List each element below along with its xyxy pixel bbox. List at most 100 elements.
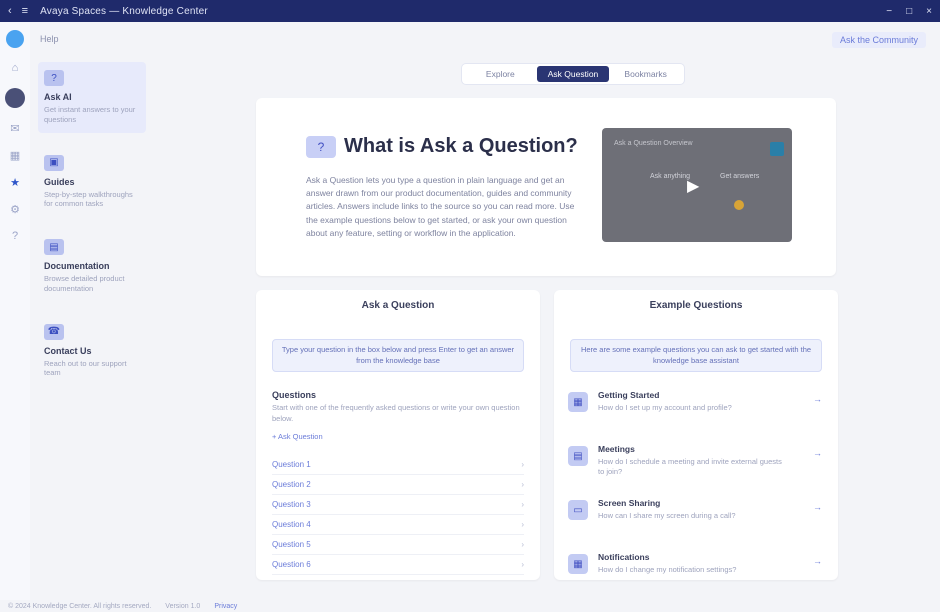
sidebar-item-guides[interactable]: ▣ Guides Step-by-step walkthroughs for c… [38,147,146,218]
bell-icon: ▦ [568,554,588,574]
arrow-right-icon[interactable]: → [813,556,822,566]
question-icon: ? [44,70,64,86]
video-caption: Ask anything [650,173,691,180]
screen-icon: ▭ [568,500,588,520]
sidebar-item-desc: Reach out to our support team [44,358,127,378]
sidebar-item-title: Guides [44,176,75,187]
chevron-right-icon: › [521,500,524,509]
example-desc: How can I share my screen during a call? [598,511,736,520]
sidebar-item-title: Ask AI [44,92,72,102]
privacy-link[interactable]: Privacy [214,603,237,610]
sidebar-item-desc: Browse detailed product documentation [44,274,125,293]
question-list: Question 1 › Question 2 › Question 3 › Ques… [272,455,524,575]
maximize-button[interactable]: □ [906,6,912,17]
question-row[interactable]: Question 3 › [272,495,524,515]
footer-copyright: © 2024 Knowledge Center. All rights rese… [8,602,152,610]
video-header: Ask a Question Overview [614,140,693,147]
example-list: ▦ Getting Started How do I set up my acc… [568,390,824,582]
page-title: What is Ask a Question? [344,135,578,157]
close-button[interactable]: × [926,6,932,17]
question-label: Question 1 [272,460,311,469]
book-icon: ▣ [44,154,64,171]
questions-header: Questions Start with one of the frequent… [272,390,524,441]
chevron-right-icon: › [521,540,524,549]
questions-title: Questions [272,390,317,400]
chevron-right-icon: › [521,480,524,489]
avatar[interactable] [5,88,25,108]
question-label: Question 4 [272,520,311,529]
ask-community-button[interactable]: Ask the Community [831,32,926,48]
minimize-button[interactable]: − [886,6,892,17]
play-icon[interactable]: ▶ [687,176,705,195]
footer-version: Version 1.0 [165,602,201,610]
grid-icon: ▦ [568,392,588,412]
question-label: Question 6 [272,560,311,569]
question-row[interactable]: Question 4 › [272,515,524,535]
home-icon[interactable]: ⌂ [12,62,19,74]
nav-rail: ⌂ ✉ ▦ ★ ⚙ ? [0,22,30,600]
question-row[interactable]: Question 2 › [272,475,524,495]
example-title: Notifications [598,552,650,562]
tab-ask-question[interactable]: Ask Question [536,66,610,82]
tab-bar: Explore Ask Question Bookmarks [462,64,684,84]
logo-badge-icon [770,142,784,156]
questions-text: Start with one of the frequently asked q… [272,403,520,423]
chat-icon[interactable]: ✉ [10,122,19,135]
info-banner: Type your question in the box below and … [272,339,524,372]
calendar-icon: ▤ [568,446,588,466]
phone-icon: ☎ [44,323,64,340]
example-item[interactable]: ▭ Screen Sharing How can I share my scre… [568,498,824,528]
chevron-right-icon: › [521,520,524,529]
back-icon[interactable]: ‹ [8,5,12,17]
ask-question-link[interactable]: + Ask Question [272,432,524,441]
tab-explore[interactable]: Explore [464,66,537,82]
question-label: Question 5 [272,540,311,549]
sidebar-item-documentation[interactable]: ▤ Documentation Browse detailed product … [38,231,146,302]
window-title: Avaya Spaces — Knowledge Center [40,5,208,17]
intro-card: ? What is Ask a Question? Ask a Question… [256,98,836,276]
chevron-right-icon: › [521,460,524,469]
document-icon: ▤ [44,239,64,255]
sidebar-item-ask-ai[interactable]: ? Ask AI Get instant answers to your que… [38,62,146,133]
chevron-right-icon: › [521,560,524,569]
info-banner: Here are some example questions you can … [570,339,822,372]
question-row[interactable]: Question 5 › [272,535,524,555]
question-icon: ? [306,136,336,158]
question-row[interactable]: Question 6 › [272,555,524,575]
menu-icon[interactable]: ≡ [22,5,28,17]
ask-question-panel: Ask a Question Type your question in the… [256,290,540,580]
settings-icon[interactable]: ⚙ [10,203,20,216]
example-item[interactable]: ▦ Getting Started How do I set up my acc… [568,390,824,420]
question-label: Question 2 [272,480,311,489]
question-row[interactable]: Question 1 › [272,455,524,475]
sidebar-item-contact[interactable]: ☎ Contact Us Reach out to our support te… [38,316,146,387]
arrow-right-icon[interactable]: → [813,394,822,404]
example-item[interactable]: ▦ Notifications How do I change my notif… [568,552,824,582]
sidebar-item-title: Contact Us [44,345,92,356]
example-desc: How do I schedule a meeting and invite e… [598,457,782,477]
sidebar-item-desc: Get instant answers to your questions [44,105,136,124]
sidebar-item-title: Documentation [44,261,110,271]
breadcrumb[interactable]: Help [40,34,59,44]
question-label: Question 3 [272,500,311,509]
example-desc: How do I change my notification settings… [598,565,737,574]
example-desc: How do I set up my account and profile? [598,403,732,412]
app-logo [6,30,24,48]
panel-title: Example Questions [649,300,743,311]
example-item[interactable]: ▤ Meetings How do I schedule a meeting a… [568,444,824,477]
example-title: Meetings [598,444,635,454]
title-bar: ‹ ≡ Avaya Spaces — Knowledge Center − □ … [0,0,940,22]
panel-title: Ask a Question [361,300,435,311]
lightbulb-icon [734,200,744,210]
example-title: Screen Sharing [598,498,661,508]
tab-bookmarks[interactable]: Bookmarks [609,66,682,82]
arrow-right-icon[interactable]: → [813,448,822,458]
calendar-icon[interactable]: ▦ [10,149,20,162]
video-caption: Get answers [720,173,760,180]
sidebar-item-desc: Step-by-step walkthroughs for common tas… [44,189,133,209]
arrow-right-icon[interactable]: → [813,502,822,512]
video-player[interactable]: Ask a Question Overview Ask anything Get… [602,128,792,242]
help-icon[interactable]: ? [12,230,18,242]
example-title: Getting Started [598,390,660,400]
star-icon[interactable]: ★ [10,176,20,189]
